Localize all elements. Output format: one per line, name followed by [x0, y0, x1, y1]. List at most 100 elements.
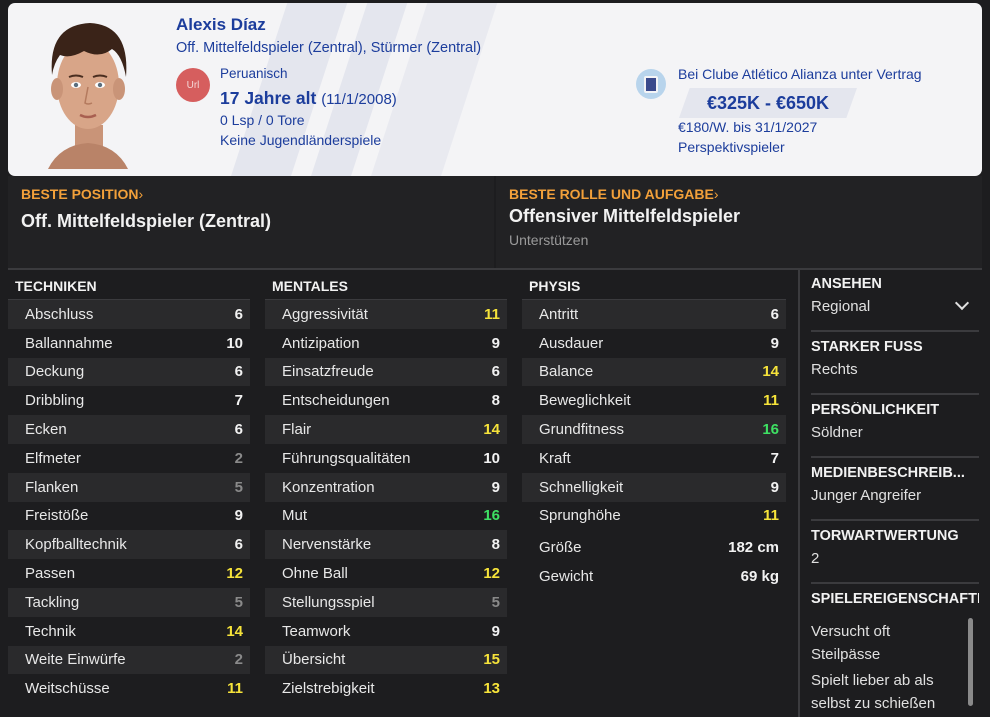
player-age-years: 17 Jahre alt — [220, 88, 317, 108]
attribute-row[interactable]: Flair 14 — [265, 415, 507, 444]
attribute-row[interactable]: Beweglichkeit 11 — [522, 386, 786, 415]
attribute-value: 7 — [770, 449, 779, 467]
physical-attributes: PHYSIS Antritt 6 Ausdauer 9 Balance 14 Bewegli… — [522, 272, 794, 591]
attribute-row[interactable]: Weite Einwürfe 2 — [8, 645, 250, 675]
attribute-name: Schnelligkeit — [539, 478, 624, 496]
attribute-value: 6 — [234, 363, 243, 381]
attribute-value: 14 — [762, 363, 779, 381]
attribute-name: Passen — [25, 565, 76, 583]
attribute-row[interactable]: Größe 182 cm — [522, 533, 786, 562]
attribute-row[interactable]: Nervenstärke 8 — [265, 530, 507, 560]
attribute-name: Flanken — [25, 478, 79, 496]
chevron-right-icon: › — [138, 186, 144, 202]
attribute-row[interactable]: Dribbling 7 — [8, 386, 250, 415]
attribute-row[interactable]: Grundfitness 16 — [522, 415, 786, 444]
strong-foot-block: STARKER FUSS Rechts — [811, 339, 979, 395]
attribute-row[interactable]: Elfmeter 2 — [8, 444, 250, 473]
attribute-row[interactable]: Konzentration 9 — [265, 472, 507, 502]
attribute-value: 8 — [491, 392, 500, 410]
attribute-name: Deckung — [25, 363, 85, 381]
attribute-row[interactable]: Schnelligkeit 9 — [522, 472, 786, 502]
attribute-name: Balance — [539, 363, 594, 381]
attribute-row[interactable]: Technik 14 — [8, 617, 250, 646]
attribute-row[interactable]: Teamwork 9 — [265, 617, 507, 646]
physical-title: PHYSIS — [522, 272, 786, 300]
attribute-row[interactable]: Balance 14 — [522, 357, 786, 387]
player-nationality[interactable]: Peruanisch — [220, 66, 288, 81]
attribute-name: Kraft — [539, 449, 571, 467]
attribute-row[interactable]: Weitschüsse 11 — [8, 674, 250, 703]
attribute-value: 2 — [234, 651, 243, 669]
attribute-row[interactable]: Zielstrebigkeit 13 — [265, 674, 507, 703]
attribute-row[interactable]: Ecken 6 — [8, 415, 250, 444]
attribute-value: 5 — [234, 593, 243, 611]
attribute-value: 9 — [491, 622, 500, 640]
attribute-row[interactable]: Abschluss 6 — [8, 300, 250, 329]
attribute-name: Weitschüsse — [25, 680, 110, 698]
player-positions[interactable]: Off. Mittelfeldspieler (Zentral), Stürme… — [176, 40, 481, 56]
attribute-name: Grundfitness — [539, 421, 625, 439]
attribute-row[interactable]: Aggressivität 11 — [265, 300, 507, 329]
attribute-row[interactable]: Freistöße 9 — [8, 502, 250, 531]
attribute-value: 9 — [491, 334, 500, 352]
attribute-name: Mut — [282, 507, 308, 525]
attribute-value: 69 kg — [740, 568, 779, 586]
attribute-row[interactable]: Deckung 6 — [8, 357, 250, 387]
attribute-value: 5 — [234, 478, 243, 496]
attribute-name: Antizipation — [282, 334, 360, 352]
attribute-row[interactable]: Übersicht 15 — [265, 645, 507, 675]
attribute-row[interactable]: Einsatzfreude 6 — [265, 357, 507, 387]
attribute-row[interactable]: Entscheidungen 8 — [265, 386, 507, 415]
attribute-value: 182 cm — [728, 539, 779, 557]
nationality-flag-icon[interactable]: Url — [176, 68, 210, 102]
attribute-name: Flair — [282, 421, 312, 439]
attribute-value: 2 — [234, 449, 243, 467]
attribute-row[interactable]: Mut 16 — [265, 502, 507, 531]
attribute-value: 11 — [763, 507, 779, 525]
attribute-name: Ohne Ball — [282, 565, 348, 583]
attribute-value: 8 — [491, 536, 500, 554]
player-age: 17 Jahre alt (11/1/2008) — [220, 88, 397, 109]
attribute-name: Ausdauer — [539, 334, 604, 352]
technical-title: TECHNIKEN — [8, 272, 250, 300]
attribute-name: Dribbling — [25, 392, 85, 410]
attribute-row[interactable]: Antritt 6 — [522, 300, 786, 329]
attribute-name: Konzentration — [282, 478, 375, 496]
goalkeeper-rating-block: TORWARTWERTUNG 2 — [811, 528, 979, 584]
best-position-label[interactable]: BESTE POSITION› — [21, 186, 143, 202]
attribute-row[interactable]: Passen 12 — [8, 559, 250, 588]
attribute-row[interactable]: Antizipation 9 — [265, 329, 507, 358]
best-position-value: Off. Mittelfeldspieler (Zentral) — [21, 211, 272, 231]
best-role-panel[interactable]: BESTE ROLLE UND AUFGABE› Offensiver Mitt… — [496, 176, 982, 269]
attribute-row[interactable]: Ballannahme 10 — [8, 329, 250, 358]
attribute-row[interactable]: Gewicht 69 kg — [522, 562, 786, 591]
attribute-value: 9 — [770, 334, 779, 352]
attribute-row[interactable]: Kopfballtechnik 6 — [8, 530, 250, 560]
player-contract-club[interactable]: Bei Clube Atlético Alianza unter Vertrag — [678, 66, 922, 82]
chevron-right-icon: › — [713, 186, 719, 202]
technical-attributes: TECHNIKEN Abschluss 6 Ballannahme 10 Deckung… — [8, 272, 258, 703]
best-position-panel[interactable]: BESTE POSITION› Off. Mittelfeldspieler (… — [8, 176, 494, 269]
media-description-title: MEDIENBESCHREIB... — [811, 465, 965, 481]
attribute-value: 12 — [483, 565, 500, 583]
attribute-row[interactable]: Flanken 5 — [8, 472, 250, 502]
sidebar-scrollbar[interactable] — [968, 618, 973, 706]
attribute-row[interactable]: Ausdauer 9 — [522, 329, 786, 358]
best-position-label-text: BESTE POSITION — [21, 186, 139, 202]
player-portrait — [48, 23, 128, 169]
attribute-row[interactable]: Stellungsspiel 5 — [265, 587, 507, 617]
best-role-label[interactable]: BESTE ROLLE UND AUFGABE› — [509, 186, 719, 202]
attribute-row[interactable]: Tackling 5 — [8, 587, 250, 617]
attribute-value: 15 — [483, 651, 500, 669]
club-badge-icon[interactable] — [636, 69, 666, 99]
attribute-value: 16 — [762, 421, 779, 439]
attribute-row[interactable]: Sprunghöhe 11 — [522, 502, 786, 531]
attribute-name: Kopfballtechnik — [25, 536, 127, 554]
player-value-range: €325K - €650K — [679, 88, 857, 118]
attribute-row[interactable]: Ohne Ball 12 — [265, 559, 507, 588]
attribute-row[interactable]: Kraft 7 — [522, 444, 786, 473]
reputation-block[interactable]: ANSEHEN Regional — [811, 276, 979, 332]
player-youth-caps: Keine Jugendländerspiele — [220, 132, 382, 148]
attribute-row[interactable]: Führungsqualitäten 10 — [265, 444, 507, 473]
attribute-name: Stellungsspiel — [282, 593, 375, 611]
